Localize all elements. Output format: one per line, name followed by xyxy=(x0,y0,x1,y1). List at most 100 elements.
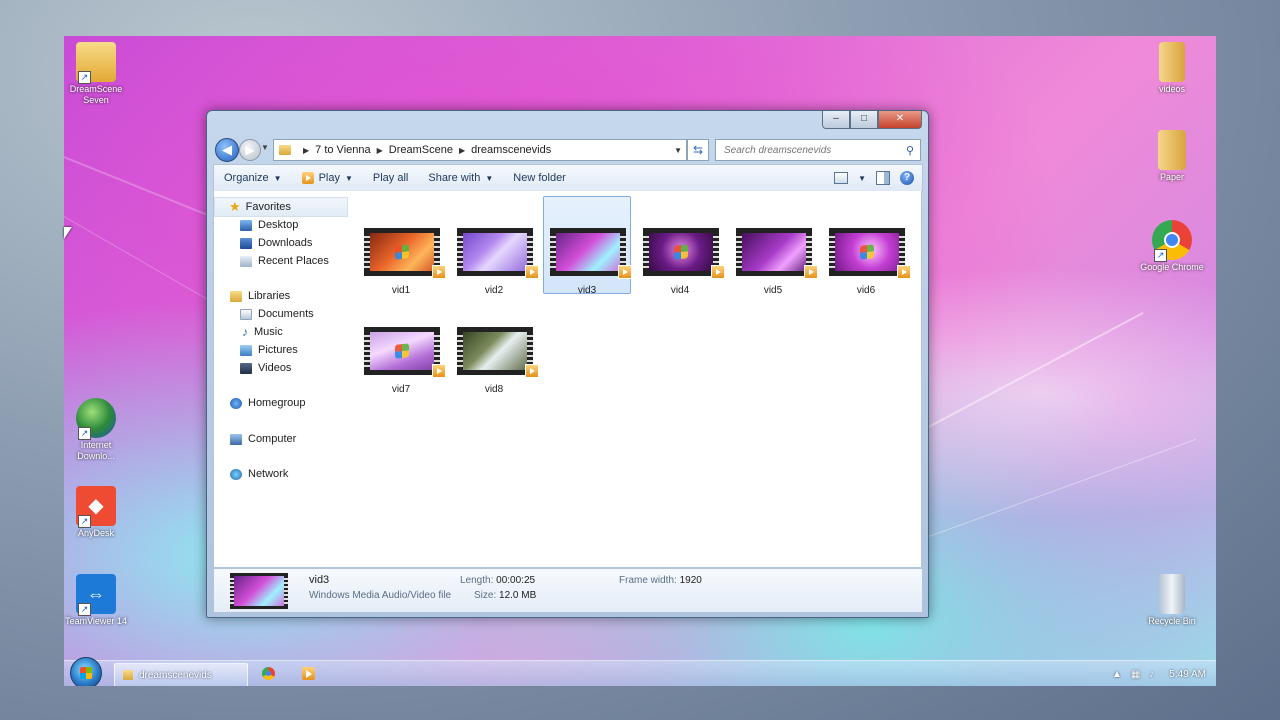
breadcrumb-item[interactable]: 7 to Vienna xyxy=(315,144,370,156)
maximize-button[interactable]: □ xyxy=(850,111,878,129)
taskbar-explorer-label: dreamscenevids xyxy=(139,669,212,681)
breadcrumb-item[interactable]: DreamScene xyxy=(389,144,453,156)
desktop-icon-anydesk[interactable]: ◆ ↗ AnyDesk xyxy=(64,486,128,539)
folder-icon: ↗ xyxy=(76,42,116,84)
nav-label: Pictures xyxy=(258,344,298,356)
show-hidden-icons-icon[interactable]: ▲ xyxy=(1112,669,1122,680)
file-item-vid5[interactable]: vid5 xyxy=(730,197,818,296)
desktop-icon xyxy=(240,219,252,231)
play-icon xyxy=(306,670,312,678)
nav-homegroup[interactable]: Homegroup xyxy=(214,394,348,412)
close-button[interactable]: ✕ xyxy=(878,111,922,129)
folder-icon xyxy=(1159,42,1185,82)
view-controls: ▼ ? xyxy=(834,171,922,185)
chevron-down-icon[interactable]: ▼ xyxy=(858,174,866,183)
share-with-label: Share with xyxy=(428,172,481,184)
taskbar-chrome-button[interactable] xyxy=(262,667,275,680)
recent-pages-chevron-icon[interactable]: ▼ xyxy=(261,143,269,152)
file-item-vid8[interactable]: vid8 xyxy=(451,296,539,395)
videos-icon xyxy=(240,362,252,374)
nav-pictures[interactable]: Pictures xyxy=(214,341,348,359)
nav-libraries[interactable]: Libraries xyxy=(214,287,348,305)
forward-button[interactable]: ▶ xyxy=(239,139,261,161)
address-bar[interactable]: ▶ 7 to Vienna ▶ DreamScene ▶ dreamscenev… xyxy=(273,139,687,161)
desktop-icon-dreamscene[interactable]: ↗ DreamScene Seven xyxy=(64,42,128,106)
nav-label: Music xyxy=(254,326,283,338)
start-button[interactable] xyxy=(70,657,102,686)
nav-music[interactable]: ♪ Music xyxy=(214,323,348,341)
file-item-vid4[interactable]: vid4 xyxy=(637,197,725,296)
desktop-icon-label: Recycle Bin xyxy=(1148,616,1196,626)
change-view-icon[interactable] xyxy=(834,172,849,184)
system-tray: ▲ ▦ ♪ 5:49 AM xyxy=(1112,661,1206,686)
desktop-icon-chrome[interactable]: ↗ Google Chrome xyxy=(1140,220,1204,273)
details-file-type: Windows Media Audio/Video file xyxy=(309,590,452,601)
desktop-icon-recycle-bin[interactable]: Recycle Bin xyxy=(1140,574,1204,627)
network-icon xyxy=(230,468,242,480)
details-file-name: vid3 xyxy=(309,574,330,586)
file-name: vid5 xyxy=(763,285,783,296)
nav-label: Network xyxy=(248,468,289,480)
file-item-vid3[interactable]: vid3 xyxy=(543,196,632,296)
desktop-icon-internet-download[interactable]: ↗ Internet Downlo... xyxy=(64,398,128,462)
shortcut-arrow-icon: ↗ xyxy=(78,603,91,616)
nav-favorites[interactable]: ★ Favorites xyxy=(214,197,348,217)
folder-icon xyxy=(279,145,291,155)
chevron-right-icon[interactable]: ▶ xyxy=(303,146,309,155)
nav-downloads[interactable]: Downloads xyxy=(214,234,348,252)
organize-button[interactable]: Organize ▼ xyxy=(214,165,292,191)
refresh-button[interactable]: ⇆ xyxy=(687,139,709,161)
file-item-vid7[interactable]: vid7 xyxy=(358,296,446,395)
desktop-icon-paper-folder[interactable]: Paper xyxy=(1140,130,1204,183)
chevron-down-icon: ▼ xyxy=(273,173,282,183)
desktop-icon-label: Paper xyxy=(1159,172,1185,182)
back-button[interactable]: ◀ xyxy=(215,138,239,162)
teamviewer-icon: ⇔ ↗ xyxy=(76,574,116,616)
minimize-button[interactable]: – xyxy=(822,111,850,129)
help-icon[interactable]: ? xyxy=(900,171,914,185)
play-all-button[interactable]: Play all xyxy=(363,165,418,191)
taskbar-explorer-button[interactable]: dreamscenevids xyxy=(114,663,248,686)
chevron-right-icon[interactable]: ▶ xyxy=(377,146,383,155)
network-icon[interactable]: ▦ xyxy=(1131,669,1140,680)
nav-network[interactable]: Network xyxy=(214,465,348,483)
video-thumbnail xyxy=(550,228,632,279)
desktop-icon-videos-folder[interactable]: videos xyxy=(1140,42,1204,95)
search-icon[interactable]: ⚲ xyxy=(906,144,914,157)
chrome-icon xyxy=(266,671,271,676)
clock[interactable]: 5:49 AM xyxy=(1169,669,1206,680)
chrome-icon: ↗ xyxy=(1152,220,1192,262)
search-box[interactable]: ⚲ xyxy=(715,139,921,161)
breadcrumb-item[interactable]: dreamscenevids xyxy=(471,144,551,156)
chevron-right-icon[interactable]: ▶ xyxy=(459,146,465,155)
share-with-button[interactable]: Share with ▼ xyxy=(418,165,503,191)
file-item-vid1[interactable]: vid1 xyxy=(358,197,446,296)
taskbar-media-player-button[interactable] xyxy=(302,667,315,680)
file-name: vid6 xyxy=(856,285,876,296)
file-item-vid2[interactable]: vid2 xyxy=(451,197,539,296)
nav-computer[interactable]: Computer xyxy=(214,430,348,448)
search-input[interactable] xyxy=(722,143,906,157)
nav-documents[interactable]: Documents xyxy=(214,305,348,323)
documents-icon xyxy=(240,308,252,320)
windows-logo-icon xyxy=(674,244,688,260)
nav-videos[interactable]: Videos xyxy=(214,359,348,377)
computer-icon xyxy=(230,433,242,445)
preview-pane-icon[interactable] xyxy=(876,171,890,185)
desktop-icon-label: Internet Downlo... xyxy=(77,440,115,461)
nav-label: Recent Places xyxy=(258,255,329,267)
play-button[interactable]: Play ▼ xyxy=(292,165,363,191)
video-thumbnail xyxy=(736,228,818,279)
nav-desktop[interactable]: Desktop xyxy=(214,216,348,234)
nav-recent-places[interactable]: Recent Places xyxy=(214,252,348,270)
volume-icon[interactable]: ♪ xyxy=(1149,669,1154,680)
address-history-dropdown-icon[interactable]: ▼ xyxy=(674,146,682,155)
file-name: vid4 xyxy=(670,285,690,296)
new-folder-button[interactable]: New folder xyxy=(503,165,576,191)
play-all-label: Play all xyxy=(372,172,409,184)
nav-label: Computer xyxy=(248,433,297,445)
homegroup-icon xyxy=(230,397,242,409)
nav-label: Favorites xyxy=(245,201,291,213)
file-item-vid6[interactable]: vid6 xyxy=(823,197,911,296)
desktop-icon-teamviewer[interactable]: ⇔ ↗ TeamViewer 14 xyxy=(64,574,128,627)
